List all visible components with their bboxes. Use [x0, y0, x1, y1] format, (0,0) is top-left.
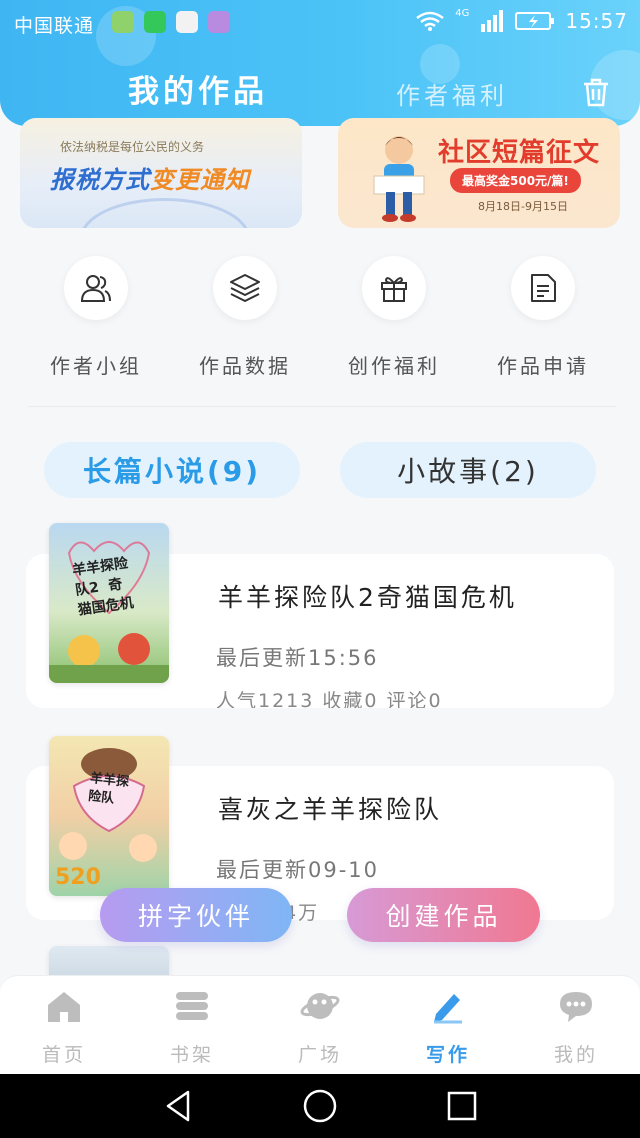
- message-notification-icon: [112, 11, 134, 33]
- chat-bubble-icon: [560, 992, 592, 1022]
- tax-notice-banner[interactable]: 依法纳税是每位公民的义务 报税方式变更通知: [20, 118, 302, 228]
- status-bar: 中国联通 4G 15:57: [0, 0, 640, 44]
- recents-square-icon[interactable]: [444, 1088, 480, 1124]
- home-circle-icon[interactable]: [302, 1088, 338, 1124]
- back-triangle-icon[interactable]: [160, 1088, 196, 1124]
- quick-label-work-data: 作品数据: [199, 354, 291, 378]
- quick-label-author-group: 作者小组: [50, 354, 142, 378]
- contest-date: 8月18日-9月15日: [478, 200, 568, 213]
- nav-label: 书架: [169, 1044, 214, 1066]
- work-last-updated: 最后更新09-10: [216, 858, 380, 882]
- banner-title: 报税方式变更通知: [50, 160, 250, 195]
- svg-text:520: 520: [55, 865, 101, 890]
- nav-label: 广场: [297, 1044, 342, 1066]
- tab-author-benefits[interactable]: 作者福利: [396, 76, 508, 111]
- work-cover[interactable]: 520 羊羊探 险队: [49, 736, 169, 896]
- trash-icon[interactable]: [580, 76, 612, 108]
- cover-title: 羊羊探 险队: [87, 771, 130, 807]
- author-group-button[interactable]: [64, 256, 128, 320]
- banner-title-part1: 报税方式: [50, 166, 150, 194]
- clock: 15:57: [565, 9, 628, 33]
- quick-label-creation-benefits: 创作福利: [348, 354, 440, 378]
- signal-icon: [481, 10, 504, 32]
- cover-title: 羊羊探险 队2 奇 猫国危机: [71, 555, 135, 619]
- nav-writing[interactable]: 写作: [398, 988, 498, 1067]
- home-icon: [48, 992, 80, 1022]
- nav-square[interactable]: 广场: [270, 988, 370, 1067]
- network-type: 4G: [455, 7, 470, 19]
- bookshelf-icon: [176, 992, 208, 1020]
- quick-label-work-application: 作品申请: [497, 354, 589, 378]
- banner-title: 社区短篇征文: [438, 138, 601, 168]
- cover-illustration: 520: [55, 748, 157, 890]
- app-notification-icon: [176, 11, 198, 33]
- work-cover[interactable]: 羊羊探险 队2 奇 猫国危机: [49, 523, 169, 683]
- decor-arc: [80, 198, 250, 228]
- wifi-icon: [416, 11, 444, 31]
- tab-my-works[interactable]: 我的作品: [128, 66, 268, 111]
- planet-icon: [300, 993, 340, 1019]
- document-icon: [531, 274, 556, 302]
- nav-bookshelf[interactable]: 书架: [142, 988, 242, 1067]
- nav-label: 首页: [41, 1044, 86, 1066]
- work-application-button[interactable]: [511, 256, 575, 320]
- work-title: 羊羊探险队2奇猫国危机: [218, 583, 517, 612]
- create-work-button[interactable]: 创建作品: [347, 888, 540, 942]
- nav-mine[interactable]: 我的: [526, 988, 626, 1067]
- work-title: 喜灰之羊羊探险队: [218, 795, 443, 824]
- divider: [28, 406, 616, 407]
- tab-short-stories[interactable]: 小故事(2): [340, 442, 596, 498]
- bottom-nav: 首页 书架 广场 写作 我的: [0, 975, 640, 1074]
- work-stats: 人气1213 收藏0 评论0: [216, 690, 443, 708]
- work-data-button[interactable]: [213, 256, 277, 320]
- gift-icon: [381, 277, 407, 302]
- system-nav-bar: [0, 1074, 640, 1138]
- gallery-notification-icon: [208, 11, 230, 33]
- tab-long-novels[interactable]: 长篇小说(9): [44, 442, 300, 498]
- nav-label: 写作: [425, 1044, 470, 1066]
- nav-label: 我的: [553, 1044, 598, 1066]
- battery-icon: [515, 12, 555, 30]
- app-header: 中国联通 4G 15:57 我的作品 作者福利: [0, 0, 640, 126]
- work-cover[interactable]: [49, 946, 169, 976]
- nav-home[interactable]: 首页: [14, 988, 114, 1067]
- layers-icon: [230, 274, 260, 302]
- reading-child-illustration: [373, 136, 425, 222]
- carrier-label: 中国联通: [14, 15, 95, 37]
- users-icon: [80, 275, 111, 302]
- work-last-updated: 最后更新15:56: [216, 646, 379, 670]
- wechat-notification-icon: [144, 11, 166, 33]
- essay-contest-banner[interactable]: 社区短篇征文 最高奖金500元/篇! 8月18日-9月15日: [338, 118, 620, 228]
- banner-subtitle: 依法纳税是每位公民的义务: [60, 140, 205, 154]
- banner-title-part2: 变更通知: [150, 166, 250, 194]
- writing-partner-button[interactable]: 拼字伙伴: [100, 888, 292, 942]
- prize-pill: 最高奖金500元/篇!: [450, 168, 581, 193]
- creation-benefits-button[interactable]: [362, 256, 426, 320]
- pen-icon: [434, 994, 462, 1024]
